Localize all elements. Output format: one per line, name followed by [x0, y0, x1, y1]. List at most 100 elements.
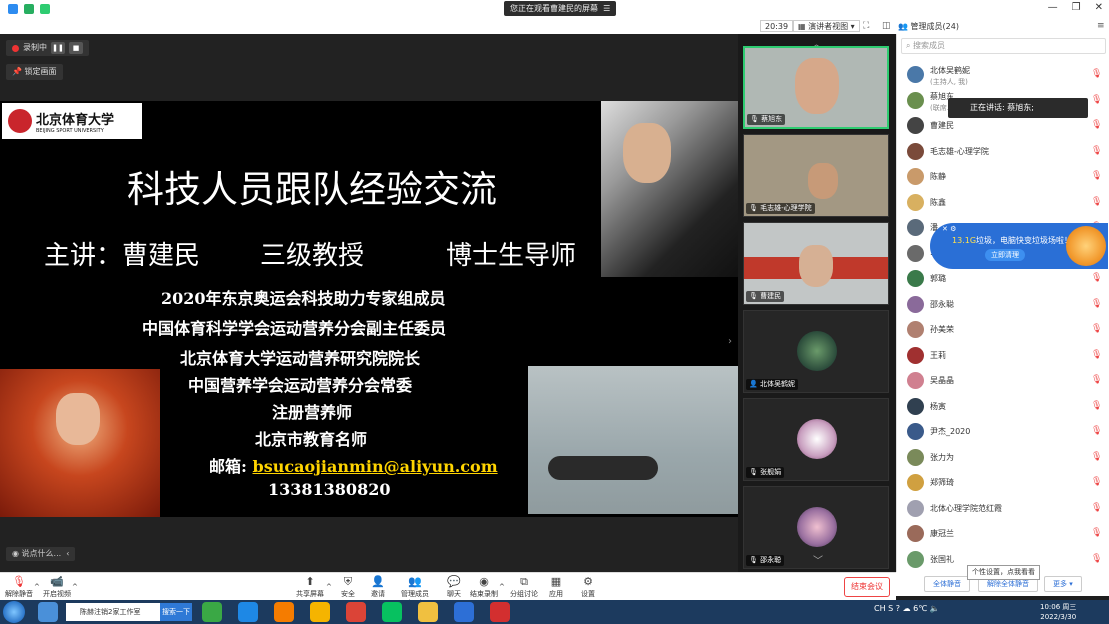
security-button[interactable]: ⛨ 安全 — [338, 575, 358, 599]
meeting-app-icon[interactable] — [454, 602, 474, 622]
breakout-rooms-button[interactable]: ⧉ 分组讨论 — [510, 575, 538, 599]
chevron-up-icon[interactable]: ^ — [499, 583, 505, 591]
participant-row[interactable]: 陈静 🎙 — [897, 164, 1109, 189]
participant-row[interactable]: 尹杰_2020 🎙 — [897, 419, 1109, 444]
chevron-left-icon[interactable]: ‹ — [64, 549, 69, 558]
mic-muted-icon[interactable]: 🎙 — [1091, 554, 1102, 564]
participant-row[interactable]: 杨寅 🎙 — [897, 394, 1109, 419]
close-icon[interactable]: ✕ — [1095, 2, 1103, 13]
folder-icon[interactable] — [418, 602, 438, 622]
chat-hint-bar[interactable]: ◉ 说点什么... ‹ — [6, 547, 76, 561]
participant-row[interactable]: 北体心理学院范红霞 🎙 — [897, 496, 1109, 521]
app-icon[interactable] — [38, 602, 58, 622]
mic-muted-icon[interactable]: 🎙 — [1091, 324, 1102, 334]
chevron-up-icon[interactable]: ^ — [34, 583, 40, 591]
wechat-icon[interactable] — [382, 602, 402, 622]
mute-all-button[interactable]: 全体静音 — [924, 576, 970, 592]
mic-muted-icon[interactable]: 🎙 — [1091, 477, 1102, 487]
participant-row[interactable]: 陈鑫 🎙 — [897, 190, 1109, 215]
participant-row[interactable]: 郑筛琦 🎙 — [897, 470, 1109, 495]
video-tile[interactable]: 🎙 毛志雄-心理学院 — [743, 134, 889, 217]
chat-button[interactable]: 💬 聊天 — [444, 575, 464, 599]
mic-muted-icon[interactable]: 🎙 — [1091, 452, 1102, 462]
apps-button[interactable]: ▦ 应用 — [546, 575, 566, 599]
video-tile[interactable]: 👤 北体吴鹤妮 — [743, 310, 889, 393]
add-user-icon: 👤 — [371, 575, 385, 588]
mic-muted-icon[interactable]: 🎙 — [1091, 401, 1102, 411]
mic-muted-icon[interactable]: 🎙 — [1091, 95, 1102, 105]
email-link[interactable]: bsucaojianmin@aliyun.com — [253, 457, 498, 476]
system-clock[interactable]: 10:06 周三 2022/3/30 — [1040, 602, 1076, 622]
chevron-down-icon[interactable]: ﹀ — [813, 552, 823, 567]
participant-row[interactable]: 王莉 🎙 — [897, 343, 1109, 368]
chrome-icon[interactable] — [346, 602, 366, 622]
user-icon: 👤 — [749, 380, 758, 388]
mic-muted-icon[interactable]: 🎙 — [1091, 197, 1102, 207]
chevron-right-icon[interactable]: › — [728, 336, 732, 347]
taskbar-search-button[interactable]: 搜索一下 — [160, 603, 192, 621]
mic-muted-icon[interactable]: 🎙 — [1091, 375, 1102, 385]
mic-muted-icon[interactable]: 🎙 — [1091, 273, 1102, 283]
video-gallery: ︿ 🎙 蔡旭东 🎙 毛志雄-心理学院 🎙 曹建民 👤 北体吴鹤妮 🎙 张舰娟 🎙… — [738, 34, 896, 572]
menu-icon[interactable]: ☰ — [601, 4, 610, 13]
fullscreen-icon[interactable]: ⛶ — [863, 21, 869, 31]
panel-menu-icon[interactable]: ≡ — [1097, 21, 1105, 31]
invite-button[interactable]: 👤 邀请 — [368, 575, 388, 599]
info-icon[interactable] — [8, 4, 18, 14]
slide-line: 2020年东京奥运会科技助力专家组成员 — [161, 289, 446, 308]
restore-icon[interactable]: ❐ — [1072, 2, 1081, 13]
mic-muted-icon[interactable]: 🎙 — [1091, 69, 1102, 79]
participant-row[interactable]: 康冠兰 🎙 — [897, 521, 1109, 546]
mic-muted-icon[interactable]: 🎙 — [1091, 171, 1102, 181]
video-tile[interactable]: 🎙 蔡旭东 — [743, 46, 889, 129]
participant-row[interactable]: 北体吴鹤妮 (主持人, 我) 🎙 — [897, 62, 1109, 87]
video-tile[interactable]: 🎙 张舰娟 — [743, 398, 889, 481]
app-icon[interactable] — [202, 602, 222, 622]
shield-icon[interactable] — [24, 4, 34, 14]
mic-muted-icon[interactable]: 🎙 — [1091, 350, 1102, 360]
speaker-role: 博士生导师 — [446, 241, 577, 271]
ie-icon[interactable] — [238, 602, 258, 622]
chevron-up-icon[interactable]: ^ — [72, 583, 78, 591]
view-switch-button[interactable]: ▦ 演讲者视图 ▾ — [793, 20, 860, 32]
start-video-button[interactable]: 📹 开启视频 — [42, 575, 72, 599]
participant-row[interactable]: 邵永聪 🎙 — [897, 292, 1109, 317]
mic-muted-icon[interactable]: 🎙 — [1091, 120, 1102, 130]
app-icon[interactable] — [274, 602, 294, 622]
screen-share-notice[interactable]: 您正在观看曹建民的屏幕 ☰ — [504, 1, 617, 16]
end-recording-button[interactable]: ◉ 结束录制 — [470, 575, 498, 599]
mic-muted-icon[interactable]: 🎙 — [1091, 503, 1102, 513]
sidebar-toggle-icon[interactable]: ◫ — [882, 21, 891, 31]
signal-icon[interactable] — [40, 4, 50, 14]
participant-row[interactable]: 郭璐 🎙 — [897, 266, 1109, 291]
slide-title: 科技人员跟队经验交流 — [127, 168, 497, 211]
stop-recording-button[interactable]: ■ — [69, 42, 83, 54]
start-button[interactable] — [3, 601, 25, 623]
avatar — [907, 117, 924, 134]
system-tray[interactable]: CH S ? ☁ 6℃ 🔈 — [874, 604, 940, 613]
video-tile[interactable]: 🎙 曹建民 — [743, 222, 889, 305]
unmute-button[interactable]: 🎙 解除静音 — [4, 575, 34, 599]
minimize-icon[interactable]: — — [1048, 2, 1058, 13]
wps-icon[interactable] — [490, 602, 510, 622]
lock-view-button[interactable]: 📌 锁定画面 — [6, 64, 63, 80]
app-icon[interactable] — [310, 602, 330, 622]
participant-row[interactable]: 张力为 🎙 — [897, 445, 1109, 470]
member-search-input[interactable]: ⌕ 搜索成员 — [901, 38, 1106, 54]
pause-recording-button[interactable]: ❚❚ — [51, 42, 65, 54]
close-icon[interactable]: ✕ ⚙ — [942, 225, 956, 233]
cleanup-popup[interactable]: ✕ ⚙ 13.1G垃圾，电脑快变垃圾场啦！ 立即清理 — [930, 223, 1108, 269]
share-screen-button[interactable]: ⬆ 共享屏幕 — [294, 575, 326, 599]
mic-muted-icon[interactable]: 🎙 — [1091, 426, 1102, 436]
chevron-up-icon[interactable]: ^ — [326, 583, 332, 591]
mic-muted-icon[interactable]: 🎙 — [1091, 299, 1102, 309]
participant-row[interactable]: 吴晶晶 🎙 — [897, 368, 1109, 393]
participant-row[interactable]: 毛志雄-心理学院 🎙 — [897, 139, 1109, 164]
clean-now-button[interactable]: 立即清理 — [985, 249, 1025, 261]
mic-muted-icon[interactable]: 🎙 — [1091, 146, 1102, 156]
more-button[interactable]: 更多 ▾ — [1044, 576, 1082, 592]
end-meeting-button[interactable]: 结束会议 — [844, 577, 890, 597]
mic-muted-icon[interactable]: 🎙 — [1091, 528, 1102, 538]
settings-button[interactable]: ⚙ 设置 — [578, 575, 598, 599]
participant-row[interactable]: 孙美荣 🎙 — [897, 317, 1109, 342]
